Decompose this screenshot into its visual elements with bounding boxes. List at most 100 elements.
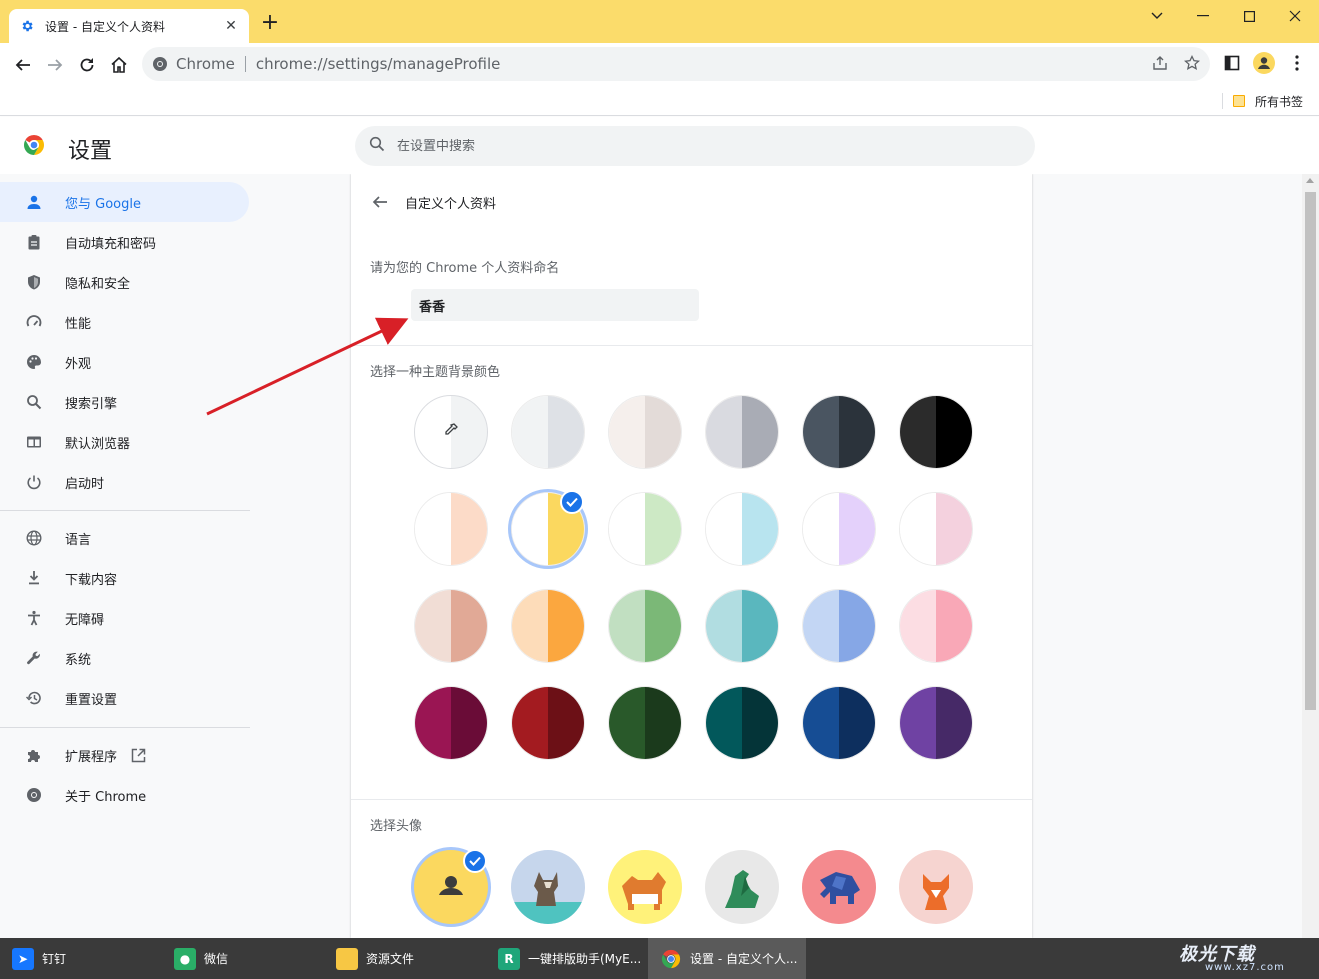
avatar-cat[interactable] [511, 850, 585, 924]
minimize-button[interactable] [1180, 0, 1226, 32]
browser-tab[interactable]: 设置 - 自定义个人资料 ✕ [9, 9, 249, 43]
sidebar-item-privacy[interactable]: 隐私和安全 [0, 262, 249, 302]
settings-header: 设置 [0, 117, 1319, 174]
theme-color-swatch[interactable] [705, 686, 779, 760]
sidebar-item-you-and-google[interactable]: 您与 Google [0, 182, 249, 222]
swatch-right-half [645, 590, 681, 662]
theme-color-swatch[interactable] [608, 492, 682, 566]
taskbar-item-wechat[interactable]: ● 微信 [162, 938, 320, 979]
swatch-right-half [742, 493, 778, 565]
name-section-label: 请为您的 Chrome 个人资料命名 [370, 261, 560, 276]
theme-color-swatch[interactable] [608, 395, 682, 469]
bookmarks-bar: 所有书签 [0, 87, 1319, 116]
maximize-button[interactable] [1226, 0, 1272, 32]
sidebar-item-accessibility[interactable]: 无障碍 [0, 598, 249, 638]
avatar-corgi[interactable] [608, 850, 682, 924]
title-bar: 设置 - 自定义个人资料 ✕ + [0, 0, 1319, 43]
share-icon[interactable] [1148, 51, 1172, 75]
search-icon [369, 136, 385, 156]
taskbar-item-myeditor[interactable]: R 一键排版助手(MyE... [486, 938, 644, 979]
clipboard-icon [24, 232, 44, 252]
profile-avatar-icon[interactable] [1252, 51, 1276, 75]
theme-color-swatch[interactable] [705, 589, 779, 663]
avatar-elephant[interactable] [802, 850, 876, 924]
tab-search-button[interactable] [1134, 0, 1180, 32]
new-tab-button[interactable]: + [258, 12, 282, 36]
theme-color-swatch[interactable] [705, 492, 779, 566]
taskbar-item-explorer[interactable]: 资源文件 [324, 938, 482, 979]
bookmark-star-icon[interactable] [1180, 51, 1204, 75]
bookmarks-divider [1222, 93, 1223, 109]
theme-color-swatch[interactable] [899, 395, 973, 469]
theme-color-swatch[interactable] [608, 686, 682, 760]
site-name: Chrome [176, 55, 235, 73]
sidebar-item-downloads[interactable]: 下载内容 [0, 558, 249, 598]
profile-name-input[interactable] [411, 289, 699, 321]
custom-color-picker[interactable] [414, 395, 488, 469]
page-scrollbar[interactable] [1302, 174, 1319, 938]
sidebar-item-about-chrome[interactable]: 关于 Chrome [0, 775, 249, 815]
theme-color-swatch[interactable] [802, 492, 876, 566]
sidebar-item-reset[interactable]: 重置设置 [0, 678, 249, 718]
theme-color-swatch[interactable] [511, 686, 585, 760]
address-bar[interactable]: Chrome chrome://settings/manageProfile [142, 47, 1210, 81]
swatch-left-half [609, 493, 645, 565]
theme-color-swatch[interactable] [414, 492, 488, 566]
sidebar-item-performance[interactable]: 性能 [0, 302, 249, 342]
sidebar-item-languages[interactable]: 语言 [0, 518, 249, 558]
settings-search-input[interactable] [397, 138, 997, 154]
home-button[interactable] [105, 51, 133, 79]
avatar-fox[interactable] [899, 850, 973, 924]
theme-color-swatch[interactable] [511, 395, 585, 469]
side-panel-icon[interactable] [1220, 51, 1244, 75]
sidebar-item-on-startup[interactable]: 启动时 [0, 462, 249, 502]
scrollbar-thumb[interactable] [1305, 192, 1316, 710]
sidebar-item-default-browser[interactable]: 默认浏览器 [0, 422, 249, 462]
back-arrow-icon[interactable] [369, 191, 391, 213]
swatch-right-half [451, 687, 487, 759]
taskbar-item-dingtalk[interactable]: ➤ 钉钉 [0, 938, 158, 979]
sidebar-item-autofill[interactable]: 自动填充和密码 [0, 222, 249, 262]
settings-sidebar: 您与 Google 自动填充和密码 隐私和安全 性能 外观 搜索引擎 默认浏览器… [0, 174, 260, 938]
globe-icon [24, 528, 44, 548]
swatch-left-half [803, 687, 839, 759]
swatch-left-half [512, 493, 548, 565]
theme-color-swatch[interactable] [608, 589, 682, 663]
tab-close-icon[interactable]: ✕ [223, 18, 239, 34]
all-bookmarks-folder[interactable]: 所有书签 [1233, 91, 1303, 111]
scroll-up-icon[interactable] [1306, 178, 1314, 183]
swatch-right-half [936, 493, 972, 565]
theme-color-swatch[interactable] [899, 492, 973, 566]
taskbar-item-chrome[interactable]: 设置 - 自定义个人... [648, 938, 806, 979]
reload-button[interactable] [73, 51, 101, 79]
theme-color-swatch[interactable] [511, 589, 585, 663]
theme-color-swatch[interactable] [414, 589, 488, 663]
url-text[interactable]: chrome://settings/manageProfile [256, 55, 501, 73]
avatar-dinosaur[interactable] [705, 850, 779, 924]
theme-color-swatch[interactable] [802, 395, 876, 469]
sidebar-item-label: 您与 Google [65, 196, 141, 212]
more-menu-icon[interactable] [1285, 51, 1309, 75]
settings-search[interactable] [355, 126, 1035, 166]
back-button[interactable] [9, 51, 37, 79]
sidebar-item-appearance[interactable]: 外观 [0, 342, 249, 382]
sidebar-item-label: 系统 [65, 652, 92, 668]
chrome-logo-icon [23, 134, 45, 156]
tab-title: 设置 - 自定义个人资料 [45, 19, 165, 34]
sidebar-item-label: 隐私和安全 [65, 276, 131, 292]
theme-color-swatch[interactable] [705, 395, 779, 469]
theme-color-swatch[interactable] [899, 686, 973, 760]
theme-color-swatch[interactable] [899, 589, 973, 663]
theme-color-swatch[interactable] [802, 686, 876, 760]
close-window-button[interactable] [1272, 0, 1318, 32]
sidebar-item-extensions[interactable]: 扩展程序 [0, 735, 249, 775]
sidebar-item-system[interactable]: 系统 [0, 638, 249, 678]
theme-color-swatch[interactable] [802, 589, 876, 663]
avatar-section-label: 选择头像 [370, 819, 423, 834]
theme-color-swatch[interactable] [414, 686, 488, 760]
forward-button[interactable] [41, 51, 69, 79]
sidebar-item-search-engine[interactable]: 搜索引擎 [0, 382, 249, 422]
folder-icon [1233, 95, 1245, 107]
section-divider [351, 345, 1032, 346]
sidebar-item-label: 性能 [65, 316, 92, 332]
